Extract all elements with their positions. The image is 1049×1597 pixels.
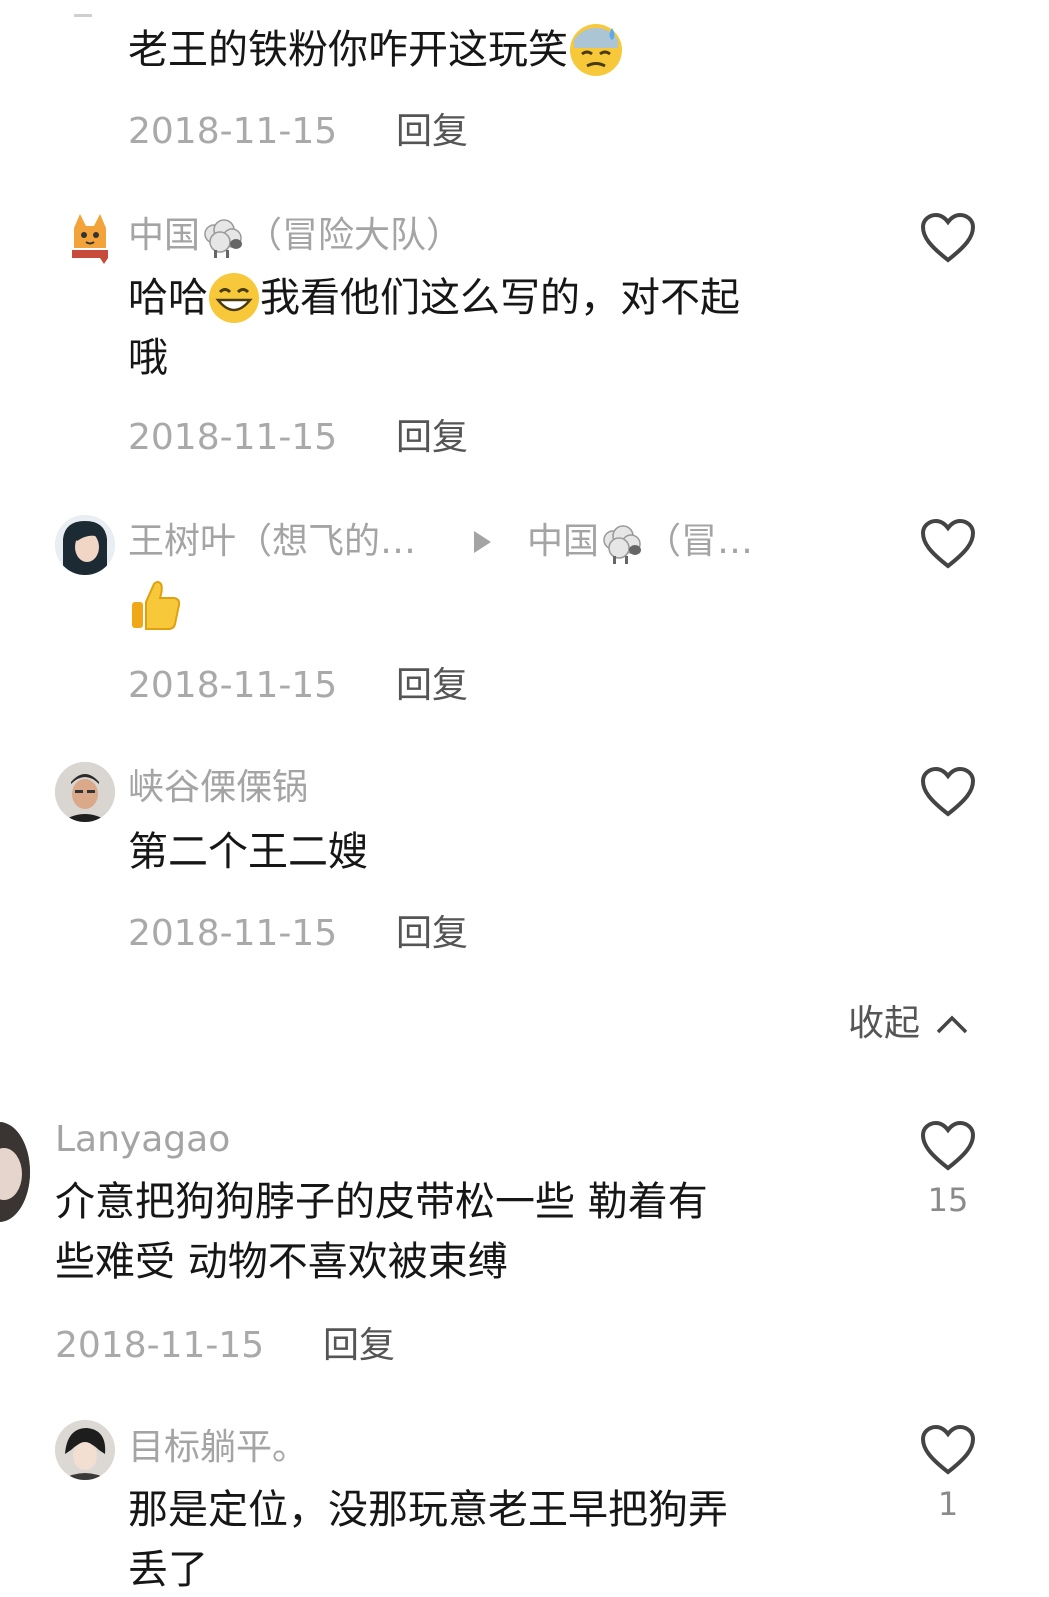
collapse-replies-button[interactable]: 收起 [848, 1002, 920, 1046]
comment-date: 2018-11-15 [128, 417, 338, 458]
comment-username[interactable]: 王树叶（想飞的… 中国 （冒… [128, 520, 753, 577]
comment-username[interactable]: Lanyagao [55, 1118, 230, 1162]
heart-icon[interactable] [920, 1120, 976, 1172]
comment-text: 些难受 动物不喜欢被束缚 [55, 1239, 508, 1285]
heart-icon[interactable] [920, 212, 976, 264]
divider [74, 14, 92, 17]
comment-username[interactable]: 中国 （冒险大队） [128, 214, 462, 271]
heart-icon[interactable] [920, 1424, 976, 1476]
comment-text: 哈哈 我看他们这么写的，对不起 [128, 268, 740, 345]
comment-text: 哦 [128, 335, 168, 381]
reply-arrow-icon [474, 531, 492, 553]
avatar[interactable] [55, 1420, 115, 1480]
comment-date: 2018-11-15 [55, 1325, 265, 1366]
sweat-icon [568, 20, 624, 95]
comment-text: 那是定位，没那玩意老王早把狗弄 [128, 1487, 728, 1533]
avatar[interactable] [55, 762, 115, 822]
sheep-icon [599, 520, 645, 577]
comment-date: 2018-11-15 [128, 111, 338, 152]
avatar[interactable] [0, 1122, 30, 1222]
heart-icon[interactable] [920, 766, 976, 818]
reply-button[interactable]: 回复 [396, 416, 468, 460]
comment-text: 第二个王二嫂 [128, 829, 368, 875]
reply-button[interactable]: 回复 [396, 664, 468, 708]
like-count: 15 [927, 1181, 969, 1219]
comment-date: 2018-11-15 [128, 665, 338, 706]
reply-button[interactable]: 回复 [323, 1324, 395, 1368]
avatar[interactable] [55, 515, 115, 575]
comment-date: 2018-11-15 [128, 913, 338, 954]
comment-username[interactable]: 峡谷傈傈锅 [128, 766, 308, 810]
chevron-up-icon[interactable] [934, 1012, 970, 1036]
grin-icon [208, 268, 260, 345]
comment-text: 老王的铁粉你咋开这玩笑 [128, 20, 624, 95]
reply-button[interactable]: 回复 [396, 110, 468, 154]
avatar[interactable] [60, 208, 120, 268]
comment-thread: 老王的铁粉你咋开这玩笑 2018-11-15 回复 中国 （冒险大队） 哈哈 我… [0, 0, 1049, 1597]
comment-username[interactable]: 目标躺平。 [128, 1426, 308, 1470]
heart-icon[interactable] [920, 518, 976, 570]
comment-text: 介意把狗狗脖子的皮带松一些 勒着有 [55, 1179, 708, 1225]
comment-text: 丢了 [128, 1547, 208, 1593]
like-count: 1 [937, 1485, 959, 1523]
reply-button[interactable]: 回复 [396, 912, 468, 956]
sheep-icon [200, 214, 246, 271]
thumbs-up-icon [130, 578, 182, 636]
